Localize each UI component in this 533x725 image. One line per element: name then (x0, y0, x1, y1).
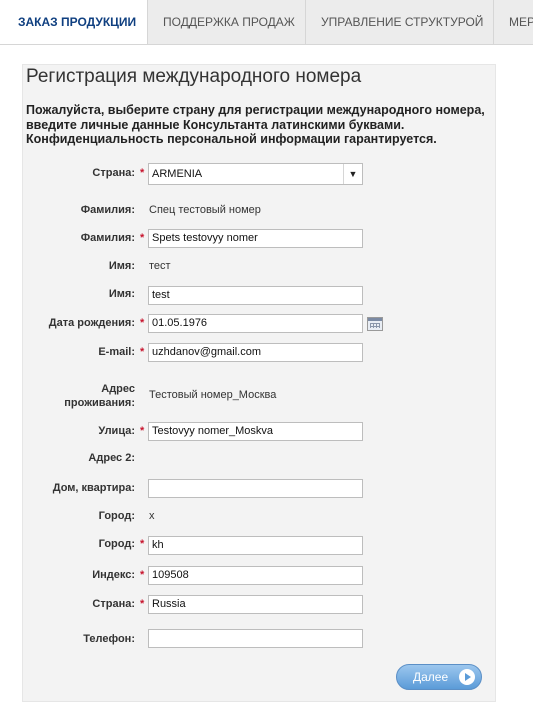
address2-label: Адрес 2: (88, 452, 135, 464)
tab-product-order[interactable]: ЗАКАЗ ПРОДУКЦИИ (0, 0, 148, 44)
email-input[interactable]: uzhdanov@gmail.com (148, 343, 363, 362)
intro-text: Пожалуйста, выберите страну для регистра… (26, 103, 485, 146)
country-select[interactable]: ARMENIA ▼ (148, 163, 363, 185)
address-local-label-line1: Адрес (101, 383, 135, 395)
street-label: Улица: (98, 425, 135, 437)
city-latin-label: Город: (98, 538, 135, 550)
country-label: Страна: (92, 167, 135, 179)
page-title: Регистрация международного номера (26, 66, 362, 87)
tab-events[interactable]: МЕР (493, 0, 533, 44)
required-mark: * (140, 598, 145, 610)
next-button[interactable]: Далее (396, 664, 482, 690)
email-label: E-mail: (98, 346, 135, 358)
street-input[interactable]: Testovyy nomer_Moskva (148, 422, 363, 441)
required-mark: * (140, 538, 145, 550)
phone-label: Телефон: (83, 633, 135, 645)
required-mark: * (140, 317, 145, 329)
chevron-down-icon[interactable]: ▼ (343, 164, 362, 184)
surname-latin-label: Фамилия: (80, 232, 135, 244)
calendar-icon[interactable] (367, 317, 383, 331)
tab-sales-support[interactable]: ПОДДЕРЖКА ПРОДАЖ (148, 0, 305, 44)
name-local-value: тест (149, 260, 171, 272)
city-latin-input[interactable]: kh (148, 536, 363, 555)
next-button-label: Далее (413, 670, 449, 684)
required-mark: * (140, 167, 145, 179)
surname-local-label: Фамилия: (80, 204, 135, 216)
required-mark: * (140, 346, 145, 358)
name-local-label: Имя: (108, 260, 135, 272)
house-input[interactable] (148, 479, 363, 498)
required-mark: * (140, 232, 145, 244)
house-label: Дом, квартира: (52, 482, 135, 494)
birthdate-label: Дата рождения: (48, 317, 135, 329)
birthdate-input[interactable]: 01.05.1976 (148, 314, 363, 333)
city-local-value: x (149, 510, 155, 522)
address-local-value: Тестовый номер_Москва (149, 389, 277, 401)
zip-label: Индекс: (92, 569, 135, 581)
required-mark: * (140, 425, 145, 437)
country-text-label: Страна: (92, 598, 135, 610)
phone-input[interactable] (148, 629, 363, 648)
zip-input[interactable]: 109508 (148, 566, 363, 585)
top-nav-tabs: ЗАКАЗ ПРОДУКЦИИ ПОДДЕРЖКА ПРОДАЖ УПРАВЛЕ… (0, 0, 533, 45)
name-latin-input[interactable]: test (148, 286, 363, 305)
country-select-value: ARMENIA (152, 168, 203, 180)
arrow-right-icon (459, 669, 475, 685)
surname-latin-input[interactable]: Spets testovyy nomer (148, 229, 363, 248)
address-local-label-line2: проживания: (64, 397, 135, 409)
surname-local-value: Спец тестовый номер (149, 204, 261, 216)
tab-structure-management[interactable]: УПРАВЛЕНИЕ СТРУКТУРОЙ (305, 0, 493, 44)
required-mark: * (140, 569, 145, 581)
name-latin-label: Имя: (108, 288, 135, 300)
country-text-input[interactable]: Russia (148, 595, 363, 614)
city-local-label: Город: (98, 510, 135, 522)
